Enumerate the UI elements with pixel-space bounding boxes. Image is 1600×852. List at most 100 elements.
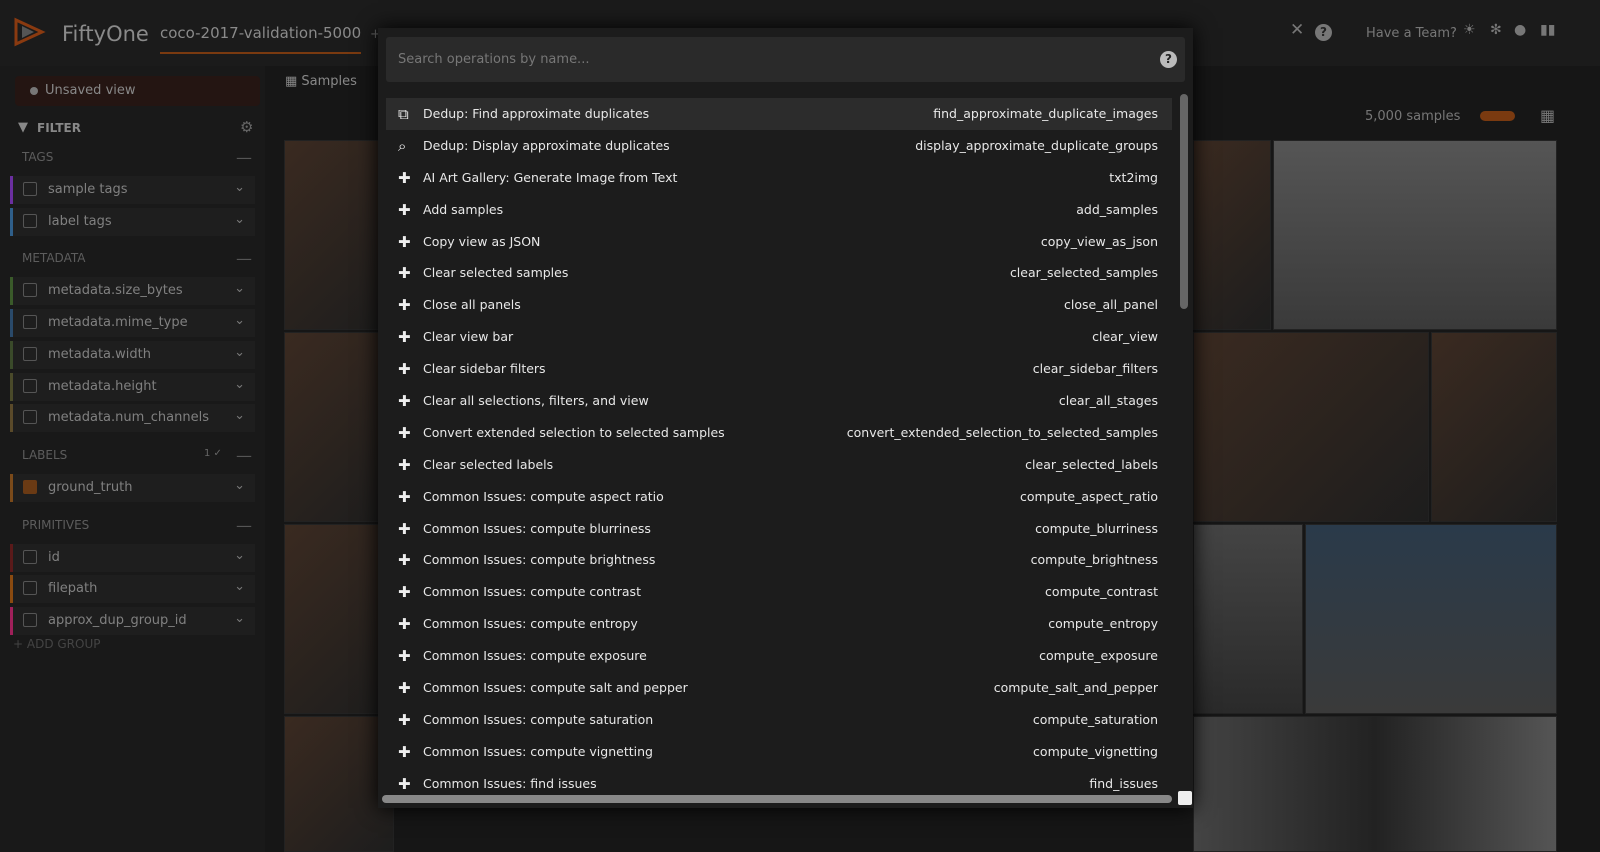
sidebar-field[interactable]: label tags ⌄ (10, 207, 255, 236)
operator-name: compute_brightness (1030, 552, 1158, 568)
chevron-down-icon[interactable]: ⌄ (234, 313, 245, 328)
chevron-down-icon[interactable]: ⌄ (234, 478, 245, 493)
filter-heading: FILTER (37, 121, 81, 135)
close-icon[interactable]: ✕ (1290, 20, 1304, 40)
operator-item[interactable]: ✚ AI Art Gallery: Generate Image from Tex… (386, 162, 1172, 194)
operator-item[interactable]: ✚ Common Issues: compute exposure compute_… (386, 640, 1172, 672)
have-a-team-link[interactable]: Have a Team? (1366, 26, 1457, 41)
zoom-slider[interactable] (1480, 111, 1515, 121)
checkbox[interactable] (23, 213, 37, 228)
operator-name: txt2img (1109, 169, 1158, 185)
sidebar-field[interactable]: metadata.num_channels ⌄ (10, 404, 255, 433)
operator-item[interactable]: ✚ Clear sidebar filters clear_sidebar_filt… (386, 353, 1172, 385)
checkbox[interactable] (23, 315, 37, 330)
grid-icon[interactable]: ▦ (1540, 106, 1555, 125)
collapse-icon[interactable]: — (236, 446, 252, 465)
field-label: approx_dup_group_id (48, 613, 187, 628)
slack-icon[interactable]: ✻ (1490, 22, 1502, 38)
operator-item[interactable]: ✚ Common Issues: find issues find_issues (386, 768, 1172, 794)
puzzle-icon: ✚ (398, 774, 411, 793)
operator-search-input[interactable] (386, 37, 1185, 82)
checkbox[interactable] (23, 378, 37, 393)
theme-icon[interactable]: ☀ (1463, 22, 1476, 38)
operator-item[interactable]: ⧉ Dedup: Find approximate duplicates find_… (386, 98, 1172, 130)
copy-icon: ⧉ (398, 105, 409, 123)
collapse-icon[interactable]: — (236, 148, 252, 167)
view-selector[interactable]: Unsaved view (15, 76, 260, 106)
operator-item[interactable]: ✚ Common Issues: compute vignetting comput… (386, 736, 1172, 768)
sidebar-field[interactable]: metadata.size_bytes ⌄ (10, 277, 255, 306)
operator-item[interactable]: ✚ Clear all selections, filters, and view… (386, 385, 1172, 417)
checkbox[interactable] (23, 410, 37, 425)
operator-item[interactable]: ✚ Common Issues: compute saturation comput… (386, 704, 1172, 736)
sidebar-field[interactable]: metadata.width ⌄ (10, 340, 255, 369)
operator-item[interactable]: ✚ Common Issues: compute blurriness comput… (386, 513, 1172, 545)
chevron-down-icon[interactable]: ⌄ (234, 212, 245, 227)
checkbox[interactable] (23, 283, 37, 298)
operator-label: Common Issues: compute salt and pepper (423, 680, 688, 696)
sidebar-field[interactable]: id ⌄ (10, 543, 255, 572)
operator-label: Dedup: Display approximate duplicates (423, 137, 670, 153)
checkbox[interactable] (23, 549, 37, 564)
operator-item[interactable]: ✚ Add samples add_samples (386, 194, 1172, 226)
puzzle-icon: ✚ (398, 710, 411, 729)
chevron-down-icon[interactable]: ⌄ (234, 180, 245, 195)
checkbox[interactable] (23, 613, 37, 627)
docs-icon[interactable]: ▮▮ (1540, 22, 1555, 38)
field-label: sample tags (48, 182, 128, 197)
operator-label: Copy view as JSON (423, 233, 541, 249)
dataset-selector[interactable]: coco-2017-validation-5000 (160, 24, 362, 54)
operator-item[interactable]: ✚ Common Issues: compute entropy compute_e… (386, 608, 1172, 640)
sidebar-field[interactable]: sample tags ⌄ (10, 176, 255, 204)
sidebar-field[interactable]: metadata.height ⌄ (10, 372, 255, 401)
operator-item[interactable]: ✚ Common Issues: compute aspect ratio comp… (386, 481, 1172, 513)
horizontal-scrollbar[interactable] (382, 795, 1172, 803)
operator-name: compute_entropy (1048, 616, 1158, 632)
operator-item[interactable]: ✚ Convert extended selection to selected … (386, 417, 1172, 449)
fiftyone-logo (14, 17, 46, 47)
collapse-icon[interactable]: — (236, 516, 252, 535)
chevron-down-icon[interactable]: ⌄ (234, 408, 245, 423)
operator-item[interactable]: ⌕ Dedup: Display approximate duplicates di… (386, 130, 1172, 162)
help-icon[interactable]: ? (1160, 51, 1177, 68)
field-label: ground_truth (48, 479, 133, 495)
sidebar-field[interactable]: filepath ⌄ (10, 575, 255, 604)
brand-name: FiftyOne (62, 22, 149, 46)
operator-name: find_issues (1089, 775, 1158, 791)
checkbox[interactable] (23, 182, 37, 196)
chevron-down-icon[interactable]: ⌄ (234, 281, 245, 296)
operator-name: clear_selected_samples (1009, 265, 1158, 281)
github-icon[interactable]: ● (1514, 22, 1526, 38)
operator-label: Clear sidebar filters (423, 361, 546, 377)
add-group-button[interactable]: + ADD GROUP (13, 637, 100, 651)
puzzle-icon: ✚ (398, 232, 411, 251)
chevron-down-icon[interactable]: ⌄ (234, 611, 245, 626)
field-label: metadata.size_bytes (48, 283, 183, 299)
checkbox[interactable] (23, 346, 37, 361)
operator-item[interactable]: ✚ Common Issues: compute contrast compute_… (386, 576, 1172, 608)
operator-item[interactable]: ✚ Clear selected labels clear_selected_lab… (386, 449, 1172, 481)
chevron-down-icon[interactable]: ⌄ (234, 345, 245, 360)
sidebar-field[interactable]: approx_dup_group_id ⌄ (10, 607, 255, 635)
field-label: metadata.height (48, 378, 157, 394)
chevron-down-icon[interactable]: ⌄ (234, 548, 245, 563)
checkbox[interactable] (23, 581, 37, 596)
operator-item[interactable]: ✚ Close all panels close_all_panel (386, 289, 1172, 321)
operator-label: Close all panels (423, 297, 521, 313)
operator-item[interactable]: ✚ Clear view bar clear_view (386, 321, 1172, 353)
puzzle-icon: ✚ (398, 742, 411, 761)
samples-tab[interactable]: ▦ Samples (285, 74, 357, 89)
chevron-down-icon[interactable]: ⌄ (234, 377, 245, 392)
chevron-down-icon[interactable]: ⌄ (234, 579, 245, 594)
gear-icon[interactable]: ⚙ (240, 118, 253, 136)
checkbox[interactable] (23, 479, 37, 494)
vertical-scrollbar[interactable] (1180, 94, 1188, 309)
operator-item[interactable]: ✚ Copy view as JSON copy_view_as_json (386, 226, 1172, 258)
sidebar-field[interactable]: metadata.mime_type ⌄ (10, 309, 255, 338)
sidebar-field[interactable]: ground_truth ⌄ (10, 473, 255, 502)
collapse-icon[interactable]: — (236, 249, 252, 268)
operator-item[interactable]: ✚ Clear selected samples clear_selected_sa… (386, 257, 1172, 289)
help-icon[interactable]: ? (1315, 24, 1332, 41)
operator-item[interactable]: ✚ Common Issues: compute brightness comput… (386, 544, 1172, 576)
operator-item[interactable]: ✚ Common Issues: compute salt and pepper c… (386, 672, 1172, 704)
